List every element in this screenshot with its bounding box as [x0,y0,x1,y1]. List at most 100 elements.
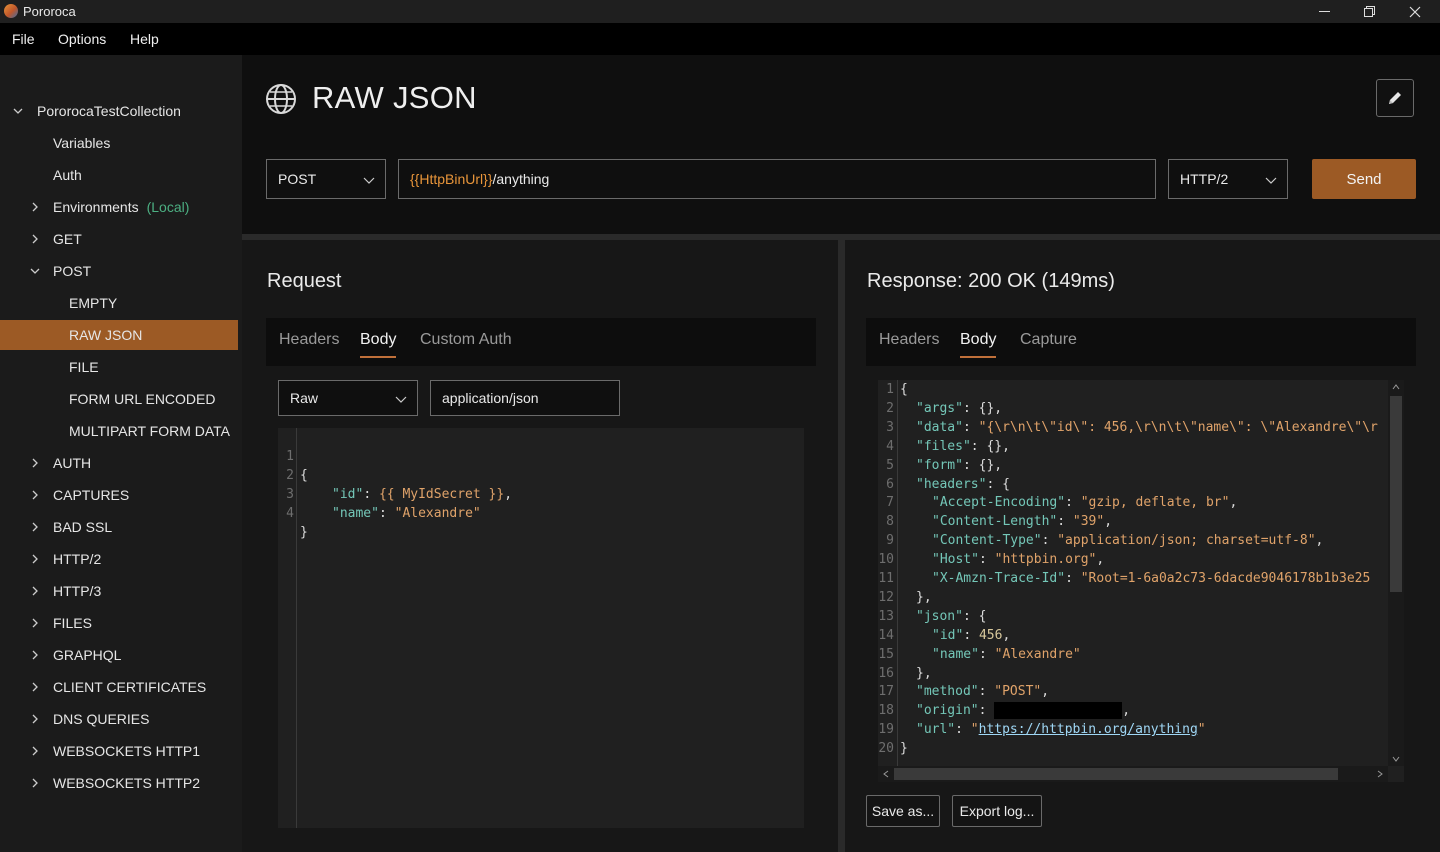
json-string: "{\r\n\t\"id\": 456,\r\n\t\"name\": \"Al… [978,419,1378,435]
send-button[interactable]: Send [1312,159,1416,199]
json-string: "Alexandre" [394,506,481,521]
body-mode-select[interactable]: Raw [278,380,418,416]
json-punct: , [1122,703,1131,719]
chevron-right-icon [30,714,40,724]
sidebar-item-label: FILES [53,615,92,631]
scroll-down-icon[interactable] [1392,755,1400,763]
json-punct: : [363,487,379,502]
menu-file[interactable]: File [12,31,35,47]
code-line: 2 "id": {{ MyIdSecret }}, [278,447,512,502]
sidebar-item-label: HTTP/3 [53,583,102,599]
scroll-up-icon[interactable] [1392,383,1400,391]
http-version-select[interactable]: HTTP/2 [1168,159,1288,199]
json-key: "json" [916,608,963,624]
code-line: 4 } [278,485,309,540]
line-number: 4 [886,438,894,454]
sidebar-item-label: WEBSOCKETS HTTP1 [53,743,201,759]
content-type-input[interactable]: application/json [430,380,620,416]
globe-icon [266,84,296,114]
code-text: "name": "Alexandre" [332,504,481,523]
scrollbar-thumb[interactable] [894,768,1338,780]
sidebar-folder-http2[interactable]: HTTP/2 [0,544,238,574]
pane-splitter[interactable] [838,240,845,852]
sidebar-item-label: BAD SSL [53,519,113,535]
tab-response-capture[interactable]: Capture [1020,331,1077,349]
menu-options[interactable]: Options [58,31,106,47]
sidebar-item-auth[interactable]: Auth [0,160,238,190]
sidebar-folder-websockets-http1[interactable]: WEBSOCKETS HTTP1 [0,736,238,766]
sidebar-request-form-url-encoded[interactable]: FORM URL ENCODED [0,384,238,414]
sidebar-request-file[interactable]: FILE [0,352,238,382]
tab-request-custom-auth[interactable]: Custom Auth [420,331,512,349]
sidebar-folder-bad-ssl[interactable]: BAD SSL [0,512,238,542]
tab-request-headers[interactable]: Headers [279,331,339,349]
sidebar-folder-files[interactable]: FILES [0,608,238,638]
url-input[interactable]: {{HttpBinUrl}}/anything [398,159,1156,199]
scroll-right-icon[interactable] [1376,770,1384,778]
menu-help[interactable]: Help [130,31,159,47]
sidebar-folder-get[interactable]: GET [0,224,238,254]
chevron-down-icon [30,266,40,276]
json-punct: : [978,646,995,662]
http-method-value: POST [278,171,317,187]
sidebar-request-raw-json[interactable]: RAW JSON [0,320,238,350]
tab-request-body[interactable]: Body [360,331,397,358]
sidebar-item-label: MULTIPART FORM DATA [69,423,231,439]
rename-button[interactable] [1376,79,1414,117]
export-log-button[interactable]: Export log... [952,795,1042,827]
json-key: "url" [916,722,956,738]
json-string: "application/json; charset=utf-8" [1057,533,1316,549]
scrollbar-thumb[interactable] [1390,396,1402,592]
code-text: "headers": { [916,475,1010,494]
chevron-down-icon [1265,177,1277,184]
json-punct: : [978,703,995,719]
sidebar-item-environments[interactable]: Environments (Local) [0,192,238,222]
json-key: "headers" [916,476,987,492]
url-path: /anything [492,171,550,187]
horizontal-scrollbar[interactable] [878,766,1388,782]
collection-root[interactable]: PororocaTestCollection [0,96,238,126]
json-punct: : [963,627,979,643]
response-body-viewer[interactable]: 1{2 "args": {}, 3 "data": "{\r\n\t\"id\": 4… [878,380,1404,782]
scroll-left-icon[interactable] [882,770,890,778]
json-punct: , [1002,627,1011,643]
request-body-editor[interactable]: 1 { 2 "id": {{ MyIdSecret }}, 3 "name": … [278,428,804,828]
http-version-value: HTTP/2 [1180,171,1229,187]
http-method-select[interactable]: POST [266,159,386,199]
sidebar-folder-post[interactable]: POST [0,256,238,286]
tab-response-headers[interactable]: Headers [879,331,939,349]
sidebar-folder-graphql[interactable]: GRAPHQL [0,640,238,670]
json-key: "Content-Length" [932,514,1058,530]
vertical-scrollbar[interactable] [1388,380,1404,766]
sidebar-request-multipart-form-data[interactable]: MULTIPART FORM DATA [0,416,238,446]
sidebar-folder-auth[interactable]: AUTH [0,448,238,478]
code-text: "form": {}, [916,456,1002,475]
save-as-button[interactable]: Save as... [866,795,940,827]
content-type-value: application/json [442,390,539,406]
sidebar-folder-client-certificates[interactable]: CLIENT CERTIFICATES [0,672,238,702]
sidebar-folder-captures[interactable]: CAPTURES [0,480,238,510]
sidebar-item-label: POST [53,263,92,279]
json-punct: : {}, [970,438,1010,454]
json-key: "args" [916,400,963,416]
json-punct: : [1057,514,1073,530]
sidebar-item-variables[interactable]: Variables [0,128,238,158]
minimize-button[interactable] [1301,0,1347,23]
restore-icon [1363,6,1375,17]
json-punct: : [1041,533,1058,549]
tab-response-body[interactable]: Body [960,331,997,358]
json-key: "method" [916,684,979,700]
json-key: "data" [916,419,963,435]
chevron-down-icon [13,106,23,116]
sidebar-folder-websockets-http2[interactable]: WEBSOCKETS HTTP2 [0,768,238,798]
json-punct: : [1065,495,1081,511]
code-text: "data": "{\r\n\t\"id\": 456,\r\n\t\"name… [916,418,1378,437]
close-button[interactable] [1392,0,1438,23]
window-title: Pororoca [23,4,76,19]
line-number: 13 [878,608,894,624]
sidebar-item-label: Environments (Local) [53,199,189,215]
sidebar-folder-dns-queries[interactable]: DNS QUERIES [0,704,238,734]
sidebar-folder-http3[interactable]: HTTP/3 [0,576,238,606]
maximize-button[interactable] [1346,0,1392,23]
sidebar-request-empty[interactable]: EMPTY [0,288,238,318]
